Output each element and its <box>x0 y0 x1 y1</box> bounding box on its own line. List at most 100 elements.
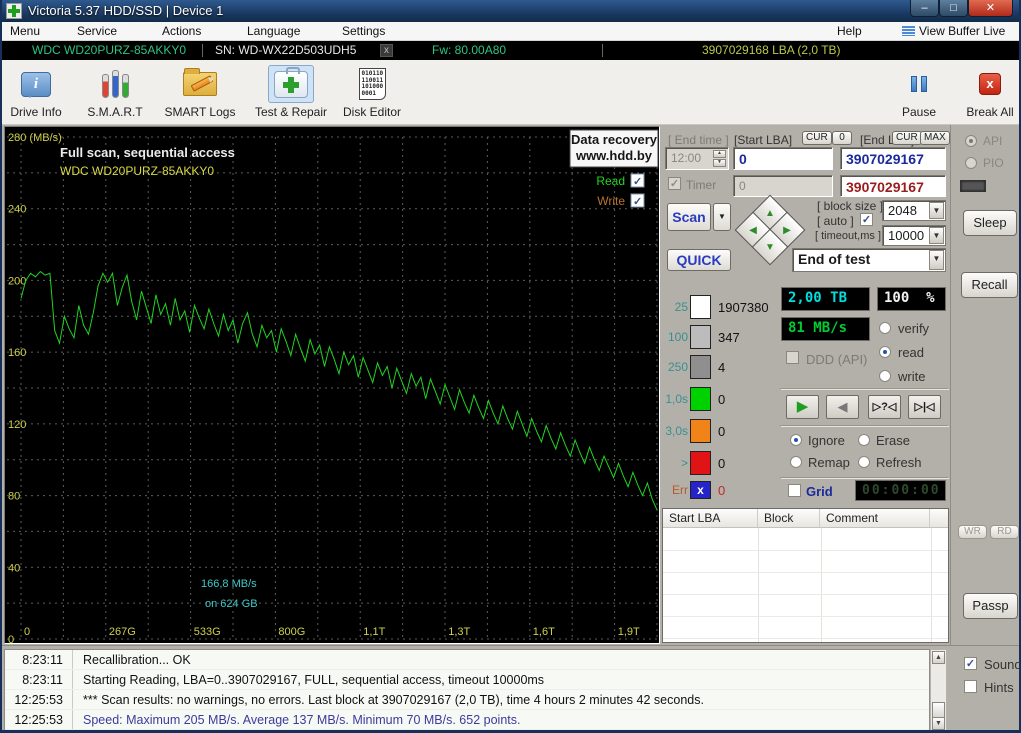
menu-service[interactable]: Service <box>77 24 117 38</box>
log-list[interactable]: 8:23:11 Recallibration... OK 8:23:11 Sta… <box>4 649 930 730</box>
current-speed-display: 81 MB/s <box>781 317 870 341</box>
ddd-checkbox[interactable] <box>786 351 799 364</box>
start-test-button[interactable]: ▶ <box>786 395 819 419</box>
scroll-down-icon[interactable]: ▼ <box>932 717 945 730</box>
api-label: API <box>983 134 1003 148</box>
pencil-icon <box>190 75 214 92</box>
menu-actions[interactable]: Actions <box>162 24 201 38</box>
svg-text:120: 120 <box>8 419 26 431</box>
back-button[interactable]: ◀ <box>826 395 859 419</box>
end-time-spinner[interactable]: 12:00 ▲ ▼ <box>665 147 729 170</box>
menu-view-buffer-live[interactable]: View Buffer Live <box>902 24 1005 38</box>
start-lba-cur-button[interactable]: CUR <box>802 131 832 145</box>
smart-button[interactable]: S.M.A.R.T <box>80 65 150 119</box>
end-lba-cur-button[interactable]: CUR <box>892 131 922 145</box>
menu-language[interactable]: Language <box>247 24 300 38</box>
menu-bar: Menu Service Actions Language Settings H… <box>2 22 1019 41</box>
step-button[interactable]: ▷|◁ <box>908 395 941 419</box>
action-erase-radio[interactable] <box>858 434 870 446</box>
start-lba-zero-button[interactable]: 0 <box>832 131 852 145</box>
counter-row-25: 25 1907380 <box>660 295 775 319</box>
title-bar: Victoria 5.37 HDD/SSD | Device 1 – □ ✕ <box>2 0 1019 22</box>
end-of-test-select[interactable]: End of test ▼ <box>792 248 946 272</box>
drive-info-bar: WDC WD20PURZ-85AKKY0 SN: WD-WX22D503UDH5… <box>2 41 1019 60</box>
bin-100-box <box>690 325 711 349</box>
mode-read-radio[interactable] <box>879 346 891 358</box>
app-icon <box>6 3 22 19</box>
quick-button[interactable]: QUICK <box>667 249 731 271</box>
spinner-arrows-icon[interactable]: ▲ ▼ <box>713 150 726 167</box>
svg-text:1,6T: 1,6T <box>533 626 555 638</box>
mode-verify-radio[interactable] <box>879 322 891 334</box>
close-sn-icon[interactable]: x <box>380 44 393 57</box>
action-refresh-label: Refresh <box>876 455 922 470</box>
pio-radio[interactable] <box>965 157 977 169</box>
action-remap-radio[interactable] <box>790 456 802 468</box>
victoria-app-window: Victoria 5.37 HDD/SSD | Device 1 – □ ✕ M… <box>0 0 1021 733</box>
mode-verify-label: verify <box>898 321 930 336</box>
auto-checkbox[interactable]: ✓ <box>860 213 873 226</box>
end-lba-input[interactable]: 3907029167 <box>840 147 946 170</box>
buffer-list-icon <box>902 26 915 36</box>
grid-checkbox[interactable] <box>788 484 801 497</box>
col-start-lba[interactable]: Start LBA <box>663 509 758 527</box>
disk-editor-button[interactable]: 010110 110011 101000 0001 Disk Editor <box>340 65 404 119</box>
minimize-button[interactable]: – <box>910 0 939 17</box>
mode-write-radio[interactable] <box>879 370 891 382</box>
col-block[interactable]: Block <box>758 509 820 527</box>
menu-help[interactable]: Help <box>837 24 862 38</box>
graph-title: Full scan, sequential access <box>60 145 235 160</box>
break-all-button[interactable]: x Break All <box>962 65 1018 119</box>
wr-button[interactable]: WR <box>958 525 987 539</box>
hints-checkbox[interactable] <box>964 680 977 693</box>
scroll-up-icon[interactable]: ▲ <box>932 651 945 664</box>
counter-row-1s: 1,0s 0 <box>660 387 775 411</box>
svg-text:800G: 800G <box>278 626 305 638</box>
divider <box>202 44 203 57</box>
scan-button[interactable]: Scan <box>667 203 711 231</box>
svg-text:533G: 533G <box>194 626 221 638</box>
sound-checkbox[interactable]: ✓ <box>964 657 977 670</box>
scan-dropdown-button[interactable]: ▼ <box>713 203 731 231</box>
test-repair-button[interactable]: Test & Repair <box>245 65 337 119</box>
timer-checkbox[interactable]: ✓ <box>668 177 681 190</box>
progress-percent-display: 100 % <box>877 287 946 311</box>
folder-icon <box>183 68 217 96</box>
start-lba-input[interactable]: 0 <box>733 147 833 170</box>
defect-table[interactable]: Start LBA Block Comment <box>662 508 949 643</box>
read-speed-line <box>20 270 658 511</box>
seek-retry-button[interactable]: ▷?◁ <box>868 395 901 419</box>
smart-logs-button[interactable]: SMART Logs <box>157 65 243 119</box>
action-refresh-radio[interactable] <box>858 456 870 468</box>
api-radio[interactable] <box>965 135 977 147</box>
col-comment[interactable]: Comment <box>820 509 930 527</box>
window-title: Victoria 5.37 HDD/SSD | Device 1 <box>28 3 224 18</box>
first-aid-icon <box>274 66 308 98</box>
bin-1s-box <box>690 387 711 411</box>
recall-button[interactable]: Recall <box>961 272 1018 298</box>
maximize-button[interactable]: □ <box>939 0 968 17</box>
sound-label: Sound <box>984 657 1021 672</box>
action-ignore-radio[interactable] <box>790 434 802 446</box>
sleep-button[interactable]: Sleep <box>963 210 1017 236</box>
block-size-select[interactable]: 2048 ▼ <box>882 200 946 221</box>
rd-button[interactable]: RD <box>990 525 1019 539</box>
tested-size-display: 2,00 TB <box>781 287 870 311</box>
end-lba-max-button[interactable]: MAX <box>920 131 950 145</box>
binary-document-icon: 010110 110011 101000 0001 <box>358 68 386 100</box>
svg-text:160: 160 <box>8 347 26 359</box>
watermark-line2: www.hdd.by <box>575 148 653 163</box>
bin-gt-box <box>690 451 711 475</box>
pause-button[interactable]: Pause <box>894 65 944 119</box>
svg-text:1,9T: 1,9T <box>618 626 640 638</box>
scan-graph-svg: 280 (MB/s) 240 200 160 120 80 40 0 0 267G 533G 800G… <box>7 129 659 646</box>
bin-3s-box <box>690 419 711 443</box>
timeout-select[interactable]: 10000 ▼ <box>882 225 946 246</box>
drive-info-button[interactable]: i Drive Info <box>7 65 65 119</box>
close-button[interactable]: ✕ <box>968 0 1013 17</box>
passp-button[interactable]: Passp <box>963 593 1018 619</box>
log-scrollbar[interactable]: ▲ ▼ <box>930 649 947 730</box>
menu-settings[interactable]: Settings <box>342 24 385 38</box>
menu-menu[interactable]: Menu <box>10 24 40 38</box>
legend-write-label: Write <box>597 194 625 208</box>
